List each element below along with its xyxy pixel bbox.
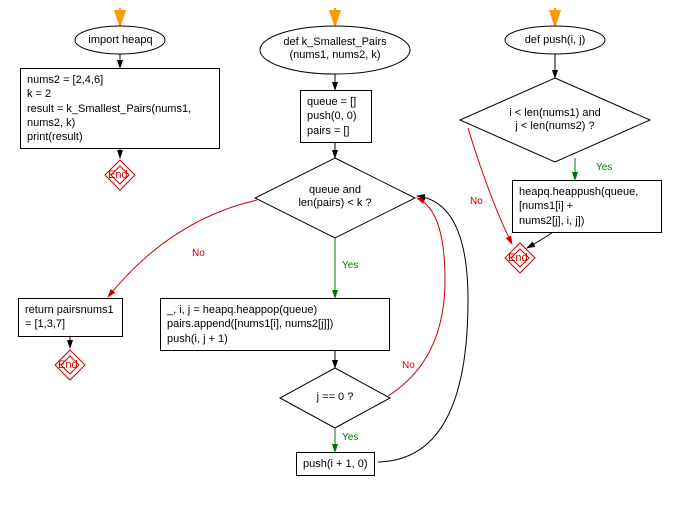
cond-j-zero: j == 0 ? bbox=[310, 391, 360, 404]
pop-block: _, i, j = heapq.heappop(queue) pairs.app… bbox=[160, 298, 390, 351]
funcdef-k-smallest: def k_Smallest_Pairs (nums1, nums2, k) bbox=[275, 36, 395, 62]
end-2: End bbox=[58, 359, 78, 372]
push-next-block: push(i + 1, 0) bbox=[296, 452, 375, 476]
import-ellipse: import heapq bbox=[78, 34, 163, 47]
end-3: End bbox=[508, 252, 528, 265]
edge-yes-2: Yes bbox=[342, 432, 358, 443]
cond-bounds: i < len(nums1) and j < len(nums2) ? bbox=[495, 107, 615, 133]
edge-yes-3: Yes bbox=[596, 162, 612, 173]
heappush-block: heapq.heappush(queue, [nums1[i] + nums2[… bbox=[512, 180, 662, 233]
init-block: queue = [] push(0, 0) pairs = [] bbox=[300, 90, 372, 143]
main-block: nums2 = [2,4,6] k = 2 result = k_Smalles… bbox=[20, 68, 220, 149]
edge-no-1: No bbox=[192, 248, 205, 259]
cond-queue-len: queue and len(pairs) < k ? bbox=[290, 184, 380, 210]
end-1: End bbox=[108, 169, 128, 182]
edge-no-3: No bbox=[470, 196, 483, 207]
funcdef-push: def push(i, j) bbox=[515, 34, 595, 47]
edge-yes-1: Yes bbox=[342, 260, 358, 271]
edge-no-2: No bbox=[402, 360, 415, 371]
return-block: return pairsnums1 = [1,3,7] bbox=[18, 298, 123, 337]
